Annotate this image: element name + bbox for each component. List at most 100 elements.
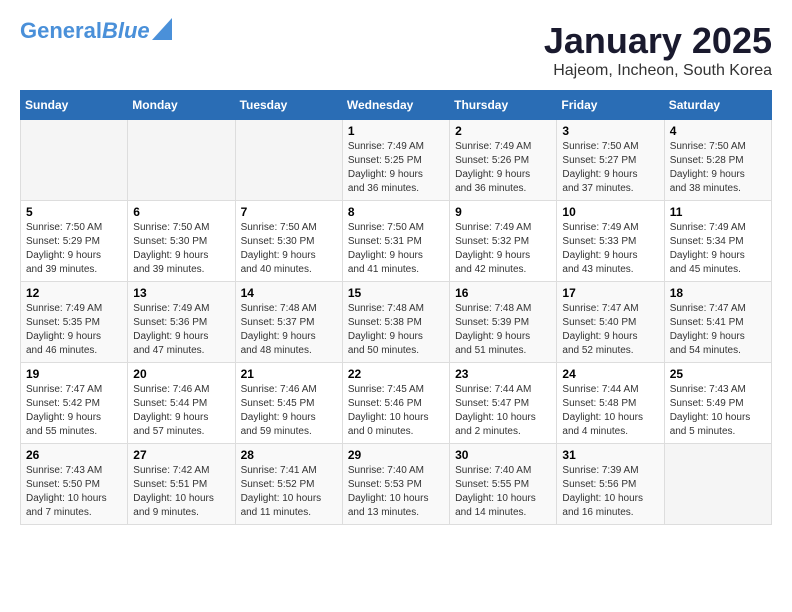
table-row: 28 Sunrise: 7:41 AM Sunset: 5:52 PM Dayli… <box>235 444 342 525</box>
day-content: Sunrise: 7:50 AM Sunset: 5:29 PM Dayligh… <box>26 221 122 277</box>
day-number: 13 <box>133 286 229 300</box>
day-content: Sunrise: 7:50 AM Sunset: 5:31 PM Dayligh… <box>348 221 444 277</box>
day-number: 22 <box>348 367 444 381</box>
table-row: 10Sunrise: 7:49 AM Sunset: 5:33 PM Dayli… <box>557 201 664 282</box>
table-row: 17Sunrise: 7:47 AM Sunset: 5:40 PM Dayli… <box>557 282 664 363</box>
table-row: 29 Sunrise: 7:40 AM Sunset: 5:53 PM Dayli… <box>342 444 449 525</box>
day-number: 31 <box>562 448 658 462</box>
day-number: 5 <box>26 205 122 219</box>
table-row: 24 Sunrise: 7:44 AM Sunset: 5:48 PM Dayli… <box>557 363 664 444</box>
logo-icon <box>152 18 172 40</box>
day-number: 23 <box>455 367 551 381</box>
day-content: Sunrise: 7:47 AM Sunset: 5:40 PM Dayligh… <box>562 302 658 358</box>
day-number: 2 <box>455 124 551 138</box>
day-number: 16 <box>455 286 551 300</box>
day-number: 9 <box>455 205 551 219</box>
calendar-title: January 2025 <box>544 20 772 62</box>
day-content: Sunrise: 7:44 AM Sunset: 5:48 PM Dayligh… <box>562 383 658 439</box>
header-tuesday: Tuesday <box>235 91 342 120</box>
day-number: 11 <box>670 205 766 219</box>
table-row: 15Sunrise: 7:48 AM Sunset: 5:38 PM Dayli… <box>342 282 449 363</box>
table-row: 3 Sunrise: 7:50 AM Sunset: 5:27 PM Daylig… <box>557 120 664 201</box>
calendar-week-row: 1Sunrise: 7:49 AM Sunset: 5:25 PM Daylig… <box>21 120 772 201</box>
table-row: 19 Sunrise: 7:47 AM Sunset: 5:42 PM Dayli… <box>21 363 128 444</box>
day-number: 21 <box>241 367 337 381</box>
page-header: GeneralBlue January 2025 Hajeom, Incheon… <box>20 20 772 80</box>
table-row <box>21 120 128 201</box>
title-area: January 2025 Hajeom, Incheon, South Kore… <box>544 20 772 80</box>
day-number: 24 <box>562 367 658 381</box>
day-content: Sunrise: 7:49 AM Sunset: 5:25 PM Dayligh… <box>348 140 444 196</box>
day-content: Sunrise: 7:43 AM Sunset: 5:50 PM Dayligh… <box>26 464 122 520</box>
day-content: Sunrise: 7:47 AM Sunset: 5:41 PM Dayligh… <box>670 302 766 358</box>
day-number: 6 <box>133 205 229 219</box>
day-content: Sunrise: 7:49 AM Sunset: 5:26 PM Dayligh… <box>455 140 551 196</box>
table-row: 27 Sunrise: 7:42 AM Sunset: 5:51 PM Dayli… <box>128 444 235 525</box>
table-row: 18 Sunrise: 7:47 AM Sunset: 5:41 PM Dayli… <box>664 282 771 363</box>
day-number: 28 <box>241 448 337 462</box>
day-number: 27 <box>133 448 229 462</box>
header-friday: Friday <box>557 91 664 120</box>
table-row: 16 Sunrise: 7:48 AM Sunset: 5:39 PM Dayli… <box>450 282 557 363</box>
table-row: 31 Sunrise: 7:39 AM Sunset: 5:56 PM Dayli… <box>557 444 664 525</box>
table-row: 26 Sunrise: 7:43 AM Sunset: 5:50 PM Dayli… <box>21 444 128 525</box>
day-content: Sunrise: 7:48 AM Sunset: 5:39 PM Dayligh… <box>455 302 551 358</box>
day-content: Sunrise: 7:41 AM Sunset: 5:52 PM Dayligh… <box>241 464 337 520</box>
day-content: Sunrise: 7:49 AM Sunset: 5:34 PM Dayligh… <box>670 221 766 277</box>
table-row: 5 Sunrise: 7:50 AM Sunset: 5:29 PM Daylig… <box>21 201 128 282</box>
table-row: 23 Sunrise: 7:44 AM Sunset: 5:47 PM Dayli… <box>450 363 557 444</box>
header-thursday: Thursday <box>450 91 557 120</box>
header-sunday: Sunday <box>21 91 128 120</box>
day-content: Sunrise: 7:50 AM Sunset: 5:30 PM Dayligh… <box>241 221 337 277</box>
table-row <box>664 444 771 525</box>
calendar-subtitle: Hajeom, Incheon, South Korea <box>544 62 772 80</box>
day-content: Sunrise: 7:44 AM Sunset: 5:47 PM Dayligh… <box>455 383 551 439</box>
day-content: Sunrise: 7:50 AM Sunset: 5:28 PM Dayligh… <box>670 140 766 196</box>
day-content: Sunrise: 7:42 AM Sunset: 5:51 PM Dayligh… <box>133 464 229 520</box>
day-content: Sunrise: 7:48 AM Sunset: 5:37 PM Dayligh… <box>241 302 337 358</box>
day-content: Sunrise: 7:49 AM Sunset: 5:35 PM Dayligh… <box>26 302 122 358</box>
day-number: 19 <box>26 367 122 381</box>
table-row: 2 Sunrise: 7:49 AM Sunset: 5:26 PM Daylig… <box>450 120 557 201</box>
day-number: 3 <box>562 124 658 138</box>
header-monday: Monday <box>128 91 235 120</box>
day-content: Sunrise: 7:50 AM Sunset: 5:27 PM Dayligh… <box>562 140 658 196</box>
day-content: Sunrise: 7:43 AM Sunset: 5:49 PM Dayligh… <box>670 383 766 439</box>
table-row: 22Sunrise: 7:45 AM Sunset: 5:46 PM Dayli… <box>342 363 449 444</box>
day-content: Sunrise: 7:40 AM Sunset: 5:55 PM Dayligh… <box>455 464 551 520</box>
table-row: 13Sunrise: 7:49 AM Sunset: 5:36 PM Dayli… <box>128 282 235 363</box>
day-content: Sunrise: 7:50 AM Sunset: 5:30 PM Dayligh… <box>133 221 229 277</box>
day-content: Sunrise: 7:48 AM Sunset: 5:38 PM Dayligh… <box>348 302 444 358</box>
table-row: 11 Sunrise: 7:49 AM Sunset: 5:34 PM Dayli… <box>664 201 771 282</box>
table-row: 12 Sunrise: 7:49 AM Sunset: 5:35 PM Dayli… <box>21 282 128 363</box>
day-number: 29 <box>348 448 444 462</box>
table-row <box>235 120 342 201</box>
day-number: 26 <box>26 448 122 462</box>
day-number: 18 <box>670 286 766 300</box>
table-row: 21 Sunrise: 7:46 AM Sunset: 5:45 PM Dayli… <box>235 363 342 444</box>
day-content: Sunrise: 7:49 AM Sunset: 5:32 PM Dayligh… <box>455 221 551 277</box>
header-wednesday: Wednesday <box>342 91 449 120</box>
day-number: 20 <box>133 367 229 381</box>
table-row <box>128 120 235 201</box>
day-content: Sunrise: 7:40 AM Sunset: 5:53 PM Dayligh… <box>348 464 444 520</box>
calendar-week-row: 12 Sunrise: 7:49 AM Sunset: 5:35 PM Dayli… <box>21 282 772 363</box>
table-row: 1Sunrise: 7:49 AM Sunset: 5:25 PM Daylig… <box>342 120 449 201</box>
table-row: 30Sunrise: 7:40 AM Sunset: 5:55 PM Dayli… <box>450 444 557 525</box>
calendar-week-row: 5 Sunrise: 7:50 AM Sunset: 5:29 PM Daylig… <box>21 201 772 282</box>
table-row: 25 Sunrise: 7:43 AM Sunset: 5:49 PM Dayli… <box>664 363 771 444</box>
table-row: 9 Sunrise: 7:49 AM Sunset: 5:32 PM Daylig… <box>450 201 557 282</box>
calendar-header-row: Sunday Monday Tuesday Wednesday Thursday… <box>21 91 772 120</box>
header-saturday: Saturday <box>664 91 771 120</box>
table-row: 7Sunrise: 7:50 AM Sunset: 5:30 PM Daylig… <box>235 201 342 282</box>
logo: GeneralBlue <box>20 20 172 42</box>
day-number: 12 <box>26 286 122 300</box>
day-content: Sunrise: 7:39 AM Sunset: 5:56 PM Dayligh… <box>562 464 658 520</box>
calendar-week-row: 26 Sunrise: 7:43 AM Sunset: 5:50 PM Dayli… <box>21 444 772 525</box>
calendar-table: Sunday Monday Tuesday Wednesday Thursday… <box>20 90 772 525</box>
day-number: 25 <box>670 367 766 381</box>
table-row: 8Sunrise: 7:50 AM Sunset: 5:31 PM Daylig… <box>342 201 449 282</box>
day-content: Sunrise: 7:47 AM Sunset: 5:42 PM Dayligh… <box>26 383 122 439</box>
day-content: Sunrise: 7:46 AM Sunset: 5:45 PM Dayligh… <box>241 383 337 439</box>
table-row: 6 Sunrise: 7:50 AM Sunset: 5:30 PM Daylig… <box>128 201 235 282</box>
